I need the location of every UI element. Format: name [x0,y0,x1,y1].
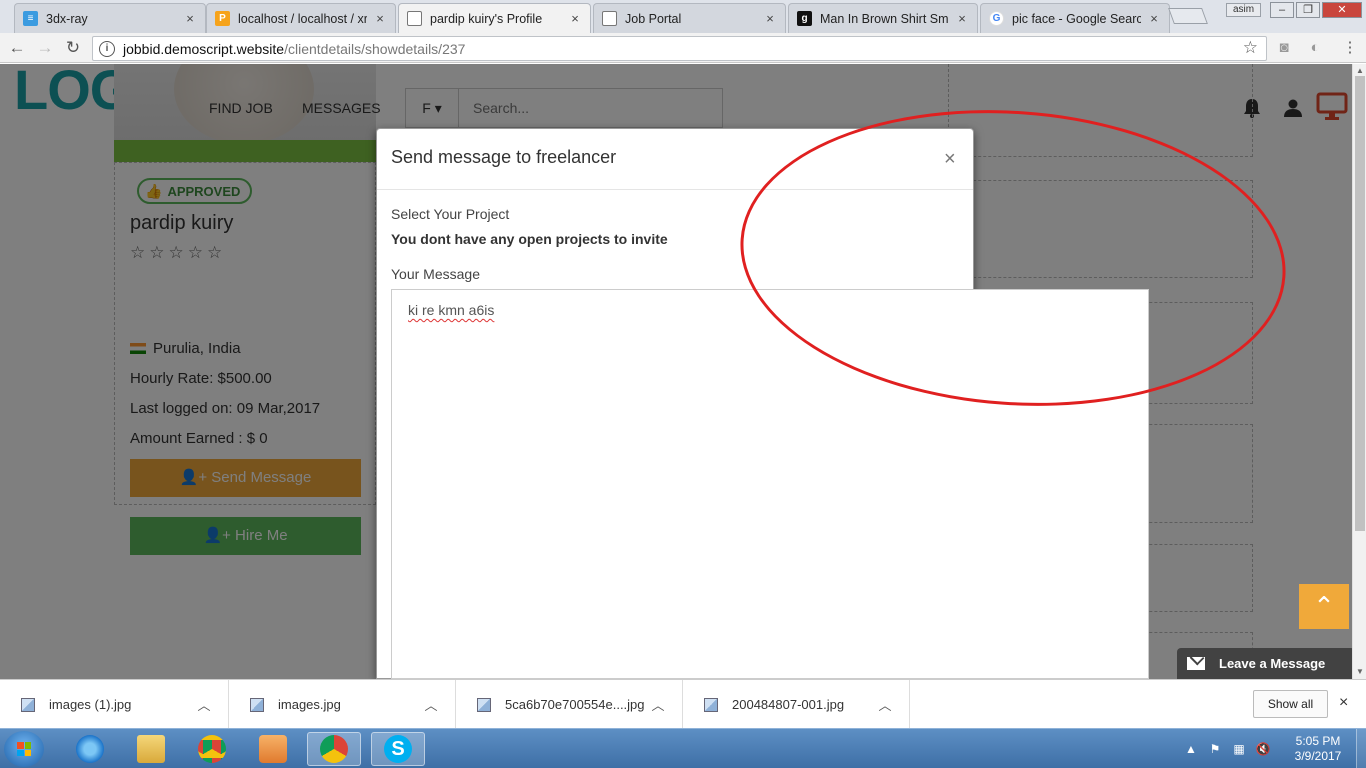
no-projects-notice: You dont have any open projects to invit… [391,231,668,247]
folder-icon [137,735,165,763]
phpmyadmin-favicon-icon: P [215,11,230,26]
tab-close-icon[interactable]: × [183,11,197,26]
url-host: jobbid.demoscript.website [123,40,285,57]
page-favicon-icon [407,11,422,26]
tab-close-icon[interactable]: × [373,11,387,26]
chevron-up-icon[interactable]: ︿ [421,695,441,714]
download-filename: images.jpg [278,697,341,712]
windows-logo-icon [17,742,31,756]
download-item[interactable]: images.jpg ︿ [229,680,456,729]
scrollbar-thumb[interactable] [1355,76,1365,531]
system-tray: ▲ ⚑ ▦ 🔇 [1183,733,1271,765]
download-shelf: images (1).jpg ︿ images.jpg ︿ 5ca6b70e70… [0,679,1366,729]
download-filename: 5ca6b70e700554e....jpg [505,697,645,712]
leave-message-label: Leave a Message [1219,656,1326,671]
chrome-menu-icon[interactable]: ⋮ [1340,38,1360,58]
download-item[interactable]: 200484807-001.jpg ︿ [683,680,910,729]
image-file-icon [704,697,718,712]
envelope-icon [1187,657,1205,670]
tab-title: localhost / localhost / xra [238,11,367,26]
message-label: Your Message [391,266,480,282]
tab-title: Job Portal [625,11,682,26]
tab-phpmyadmin[interactable]: P localhost / localhost / xra × [206,3,396,33]
media-player-taskbar-button[interactable] [246,732,300,766]
download-item[interactable]: 5ca6b70e700554e....jpg ︿ [456,680,683,729]
system-clock[interactable]: 5:05 PM 3/9/2017 [1286,734,1350,764]
tab-close-icon[interactable]: × [763,11,777,26]
tab-close-icon[interactable]: × [1147,11,1161,26]
file-explorer-taskbar-button[interactable] [124,732,178,766]
skype-taskbar-button[interactable]: S [371,732,425,766]
scroll-to-top-button[interactable]: ⌃ [1299,584,1349,629]
tab-3dx-ray[interactable]: ≡ 3dx-ray × [14,3,206,33]
tab-close-icon[interactable]: × [568,11,582,26]
media-player-icon [259,735,287,763]
image-file-icon [477,697,491,712]
show-hidden-icons-icon[interactable]: ▲ [1183,741,1199,757]
browser-tab-strip: ≡ 3dx-ray × P localhost / localhost / xr… [0,0,1366,33]
tab-stock-photo[interactable]: g Man In Brown Shirt Smili × [788,3,978,33]
restore-window-icon[interactable]: ❐ [1296,2,1320,18]
profile-user-badge[interactable]: asim [1226,3,1262,17]
app-favicon-icon: ≡ [23,11,38,26]
close-window-icon[interactable]: ✕ [1322,2,1362,18]
tab-title: 3dx-ray [46,11,88,26]
modal-title: Send message to freelancer [391,147,617,167]
reload-icon[interactable]: ↻ [61,37,85,59]
close-icon[interactable]: × [1339,694,1348,712]
chrome-taskbar-button[interactable] [185,732,239,766]
url-path: /clientdetails/showdetails/237 [284,40,466,57]
download-filename: 200484807-001.jpg [732,697,845,712]
new-tab-button[interactable] [1168,8,1208,24]
download-item[interactable]: images (1).jpg ︿ [0,680,229,729]
tab-google-search[interactable]: G pic face - Google Search × [980,3,1170,33]
gettyimages-favicon-icon: g [797,11,812,26]
tab-job-portal[interactable]: Job Portal × [593,3,786,33]
action-center-flag-icon[interactable]: ⚑ [1207,741,1223,757]
project-label: Select Your Project [391,206,510,222]
google-favicon-icon: G [989,11,1004,26]
volume-muted-icon[interactable]: 🔇 [1255,741,1271,757]
leave-message-widget[interactable]: Leave a Message [1177,648,1352,679]
clock-time: 5:05 PM [1295,734,1341,748]
tab-profile[interactable]: pardip kuiry's Profile × [398,3,591,33]
show-desktop-button[interactable] [1356,729,1366,768]
camera-extension-icon[interactable]: ◙ [1274,38,1294,58]
download-filename: images (1).jpg [49,697,132,712]
chevron-up-icon[interactable]: ︿ [648,695,668,714]
chrome-icon [198,735,226,763]
scroll-down-icon[interactable]: ▼ [1355,667,1365,676]
message-text: ki re kmn a6is [408,302,495,318]
forward-arrow-icon[interactable]: → [33,37,57,59]
tab-title: pardip kuiry's Profile [430,11,543,26]
page-favicon-icon [602,11,617,26]
tab-title: Man In Brown Shirt Smili [820,11,949,26]
minimize-window-icon[interactable]: – [1270,2,1294,18]
address-bar[interactable]: i jobbid.demoscript.website /clientdetai… [92,36,1267,61]
windows-taskbar: S ▲ ⚑ ▦ 🔇 5:05 PM 3/9/2017 [0,728,1366,768]
bookmark-star-icon[interactable]: ☆ [1243,38,1258,58]
browser-toolbar: ← → ↻ i jobbid.demoscript.website /clien… [0,33,1366,63]
image-file-icon [21,697,35,712]
tab-title: pic face - Google Search [1012,11,1141,26]
chrome-icon [320,735,348,763]
clock-date: 3/9/2017 [1294,749,1342,763]
image-file-icon [250,697,264,712]
chevron-up-icon[interactable]: ︿ [875,695,895,714]
tab-close-icon[interactable]: × [955,11,969,26]
skype-icon: S [384,735,412,763]
internet-explorer-icon [76,735,104,763]
extension-icon[interactable]: ◐ [1305,38,1325,58]
network-icon[interactable]: ▦ [1231,741,1247,757]
internet-explorer-taskbar-button[interactable] [63,732,117,766]
chevron-up-icon[interactable]: ︿ [194,695,214,714]
site-info-icon[interactable]: i [99,40,115,57]
page-scrollbar[interactable]: ▲ ▼ [1352,64,1366,679]
start-button[interactable] [4,731,44,767]
back-arrow-icon[interactable]: ← [5,37,29,59]
show-all-button[interactable]: Show all [1253,690,1328,718]
chrome-active-taskbar-button[interactable] [307,732,361,766]
scroll-up-icon[interactable]: ▲ [1355,66,1365,75]
